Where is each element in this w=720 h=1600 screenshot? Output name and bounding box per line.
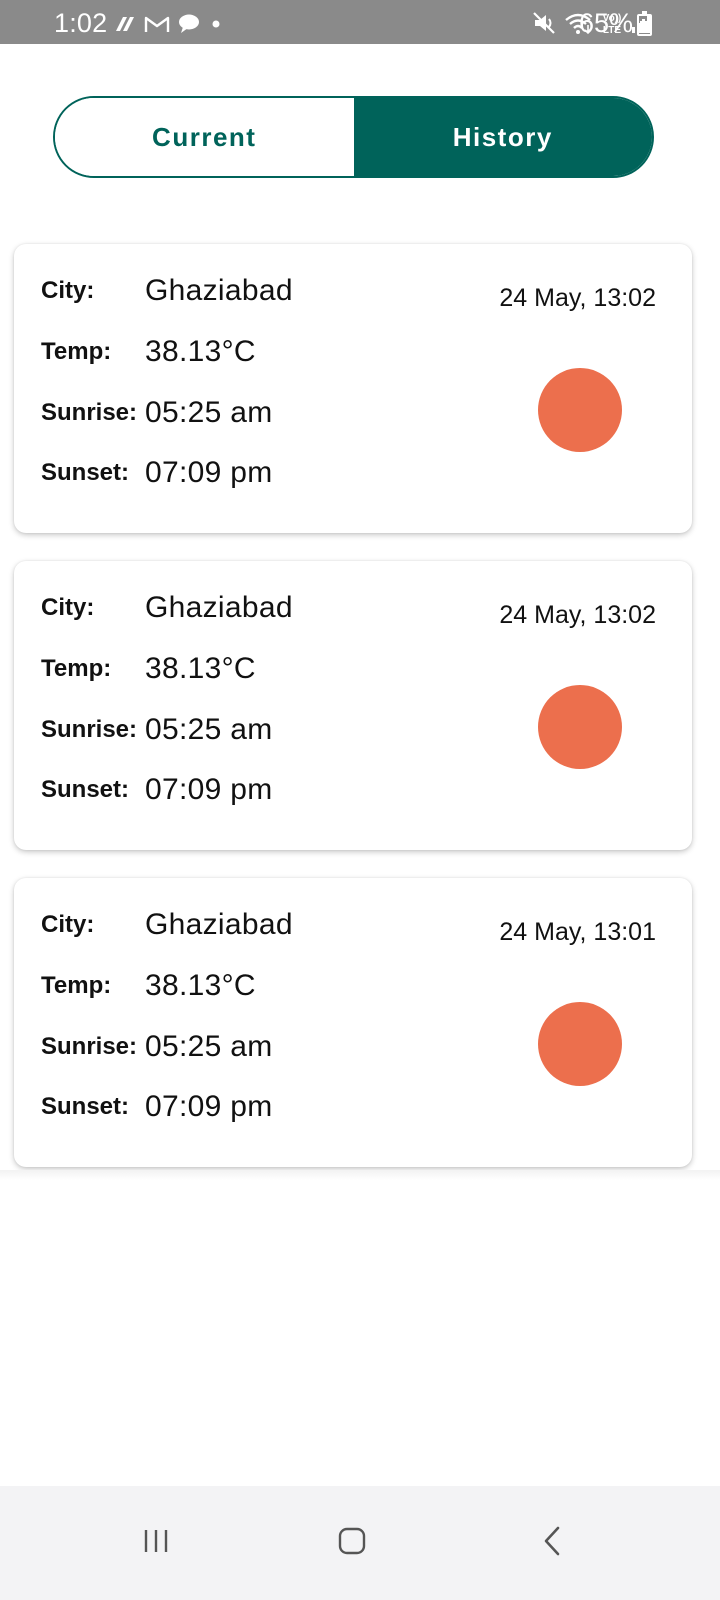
battery-fill (640, 21, 649, 33)
temp-label: Temp: (41, 972, 112, 999)
temp-row: Temp: 38.13°C (41, 332, 256, 372)
status-notification-icons (113, 12, 224, 36)
temp-label: Temp: (41, 655, 112, 682)
history-card[interactable]: City: Ghaziabad Temp: 38.13°C Sunrise: 0… (14, 244, 692, 533)
sunset-row: Sunset: 07:09 pm (41, 1087, 272, 1127)
sunrise-label: Sunrise: (41, 1033, 138, 1060)
list-bottom-edge (0, 1170, 720, 1180)
sun-icon (538, 1002, 622, 1086)
sunset-value: 07:09 pm (145, 1090, 273, 1123)
home-icon (338, 1527, 366, 1555)
sunrise-value: 05:25 am (145, 713, 273, 746)
status-time: 1:02 (54, 8, 108, 38)
gmail-icon (144, 16, 170, 32)
back-icon (544, 1526, 560, 1556)
sunset-row: Sunset: 07:09 pm (41, 770, 272, 810)
sun-icon (538, 368, 622, 452)
city-label: City: (41, 911, 95, 938)
history-card[interactable]: City: Ghaziabad Temp: 38.13°C Sunrise: 0… (14, 878, 692, 1167)
home-button[interactable] (312, 1506, 392, 1576)
tab-history[interactable]: History (353, 98, 652, 176)
dot-icon (212, 20, 220, 28)
city-label: City: (41, 594, 95, 621)
mute-icon (533, 12, 555, 34)
city-value: Ghaziabad (145, 591, 293, 624)
timestamp: 24 May, 13:02 (499, 601, 656, 629)
temp-value: 38.13°C (145, 652, 256, 685)
city-value: Ghaziabad (145, 908, 293, 941)
back-button[interactable] (512, 1506, 592, 1576)
sunrise-label: Sunrise: (41, 716, 138, 743)
timestamp: 24 May, 13:01 (499, 918, 656, 946)
sunrise-row: Sunrise: 05:25 am (41, 393, 272, 433)
navigation-bar (0, 1486, 720, 1600)
history-list: City: Ghaziabad Temp: 38.13°C Sunrise: 0… (14, 244, 692, 1195)
city-row: City: Ghaziabad (41, 271, 293, 311)
temp-row: Temp: 38.13°C (41, 966, 256, 1006)
sunset-value: 07:09 pm (145, 456, 273, 489)
sunrise-row: Sunrise: 05:25 am (41, 1027, 272, 1067)
temp-value: 38.13°C (145, 335, 256, 368)
recent-apps-button[interactable] (116, 1506, 196, 1576)
city-row: City: Ghaziabad (41, 588, 293, 628)
chat-icon (179, 14, 199, 33)
app-notification-icon (116, 17, 134, 31)
sunrise-value: 05:25 am (145, 396, 273, 429)
recent-apps-icon (144, 1530, 168, 1552)
sunrise-label: Sunrise: (41, 399, 138, 426)
sunrise-value: 05:25 am (145, 1030, 273, 1063)
temp-value: 38.13°C (145, 969, 256, 1002)
timestamp: 24 May, 13:02 (499, 284, 656, 312)
sunrise-row: Sunrise: 05:25 am (41, 710, 272, 750)
tab-toggle: Current History (53, 96, 654, 178)
sunset-label: Sunset: (41, 776, 130, 803)
sunset-label: Sunset: (41, 1093, 130, 1120)
temp-label: Temp: (41, 338, 112, 365)
city-row: City: Ghaziabad (41, 905, 293, 945)
city-value: Ghaziabad (145, 274, 293, 307)
battery-percentage: 65% (579, 8, 634, 38)
city-label: City: (41, 277, 95, 304)
sunset-row: Sunset: 07:09 pm (41, 453, 272, 493)
history-card[interactable]: City: Ghaziabad Temp: 38.13°C Sunrise: 0… (14, 561, 692, 850)
sunset-label: Sunset: (41, 459, 130, 486)
sun-icon (538, 685, 622, 769)
sunset-value: 07:09 pm (145, 773, 273, 806)
tab-current[interactable]: Current (55, 98, 354, 176)
battery-icon (637, 11, 652, 36)
temp-row: Temp: 38.13°C (41, 649, 256, 689)
status-bar: 1:02 Vo)) LTE 65% (0, 0, 720, 44)
